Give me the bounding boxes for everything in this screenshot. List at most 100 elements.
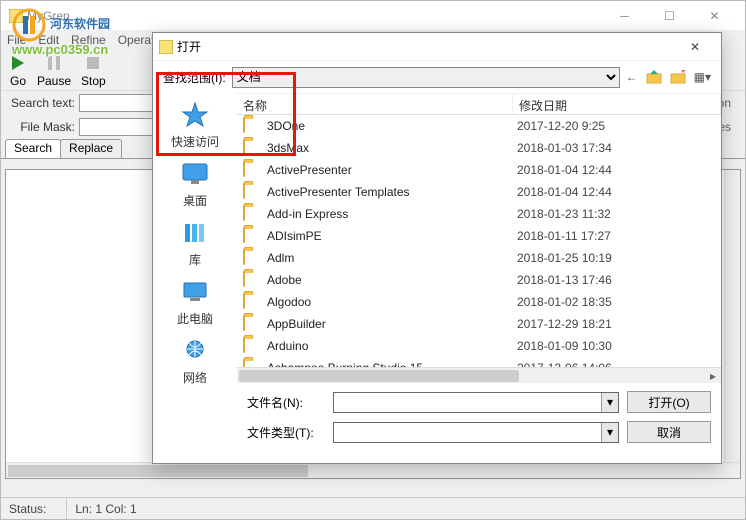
file-date: 2018-01-09 10:30	[517, 339, 612, 353]
scroll-right-icon[interactable]: ▸	[705, 368, 721, 384]
file-name: Add-in Express	[267, 207, 517, 221]
place-libraries[interactable]: 库	[179, 217, 211, 268]
file-name: 3dsMax	[267, 141, 517, 155]
file-row[interactable]: Arduino2018-01-09 10:30	[237, 335, 721, 357]
filetype-combo[interactable]: ▾	[333, 422, 619, 443]
place-quick-access[interactable]: 快速访问	[171, 99, 219, 150]
editor-scroll-h[interactable]	[6, 462, 740, 478]
star-icon	[181, 101, 209, 129]
tab-search[interactable]: Search	[5, 139, 61, 158]
editor-scroll-v[interactable]	[724, 170, 740, 462]
file-row[interactable]: 3dsMax2018-01-03 17:34	[237, 137, 721, 159]
file-date: 2018-01-23 11:32	[517, 207, 611, 221]
places-bar: 快速访问 桌面 库 此电脑 网络	[153, 93, 237, 463]
maximize-button[interactable]: ☐	[647, 2, 692, 30]
file-name: ActivePresenter	[267, 163, 517, 177]
minimize-button[interactable]: ─	[602, 2, 647, 30]
place-label: 网络	[183, 369, 207, 386]
chevron-down-icon[interactable]: ▾	[601, 423, 618, 442]
file-row[interactable]: Algodoo2018-01-02 18:35	[237, 291, 721, 313]
place-label: 快速访问	[171, 133, 219, 150]
editor-scroll-h-thumb[interactable]	[8, 465, 308, 477]
file-date: 2017-12-29 18:21	[517, 317, 612, 331]
nav-back-icon[interactable]: ←	[626, 70, 638, 84]
desktop-icon	[181, 162, 209, 186]
tab-replace[interactable]: Replace	[60, 139, 122, 158]
folder-icon	[243, 316, 261, 332]
network-icon	[181, 339, 209, 363]
place-label: 库	[189, 251, 201, 268]
look-in-label: 查找范围(I):	[163, 69, 226, 86]
statusbar: Status: Ln: 1 Col: 1	[1, 497, 745, 519]
folder-icon	[243, 206, 261, 222]
folder-icon	[243, 338, 261, 354]
folder-icon	[243, 184, 261, 200]
menu-edit[interactable]: Edit	[38, 33, 59, 49]
folder-icon	[243, 118, 261, 134]
look-in-select[interactable]: 文档	[232, 67, 620, 88]
file-row[interactable]: AppBuilder2017-12-29 18:21	[237, 313, 721, 335]
pc-icon	[181, 280, 209, 304]
file-row[interactable]: Adlm2018-01-25 10:19	[237, 247, 721, 269]
place-this-pc[interactable]: 此电脑	[177, 276, 213, 327]
folder-icon	[243, 272, 261, 288]
dialog-icon	[159, 40, 173, 54]
stop-button[interactable]: Stop	[81, 54, 106, 88]
filename-label: 文件名(N):	[247, 394, 325, 411]
folder-icon	[243, 360, 261, 367]
filename-combo[interactable]: ▾	[333, 392, 619, 413]
file-name: ActivePresenter Templates	[267, 185, 517, 199]
folder-icon	[243, 162, 261, 178]
dialog-close-button[interactable]: ✕	[675, 40, 715, 54]
file-list[interactable]: 3DOne2017-12-20 9:253dsMax2018-01-03 17:…	[237, 115, 721, 367]
stop-label: Stop	[81, 74, 106, 88]
folder-icon	[243, 250, 261, 266]
file-row[interactable]: Add-in Express2018-01-23 11:32	[237, 203, 721, 225]
status-label: Status:	[9, 502, 46, 516]
dialog-titlebar: 打开 ✕	[153, 33, 721, 61]
file-date: 2017-12-20 9:25	[517, 119, 605, 133]
folder-icon	[243, 228, 261, 244]
svg-text:*: *	[681, 70, 686, 80]
go-label: Go	[10, 74, 26, 88]
place-network[interactable]: 网络	[179, 335, 211, 386]
col-name[interactable]: 名称	[237, 94, 513, 114]
chevron-down-icon[interactable]: ▾	[601, 393, 618, 412]
file-name: Arduino	[267, 339, 517, 353]
place-desktop[interactable]: 桌面	[179, 158, 211, 209]
pause-label: Pause	[37, 74, 71, 88]
cancel-button[interactable]: 取消	[627, 421, 711, 443]
place-label: 桌面	[183, 192, 207, 209]
scroll-h-thumb[interactable]	[239, 370, 519, 382]
file-name: Adobe	[267, 273, 517, 287]
nav-newfolder-icon[interactable]: *	[670, 70, 686, 84]
col-date[interactable]: 修改日期	[513, 94, 721, 114]
open-button[interactable]: 打开(O)	[627, 391, 711, 413]
file-row[interactable]: ActivePresenter Templates2018-01-04 12:4…	[237, 181, 721, 203]
folder-icon	[243, 294, 261, 310]
file-row[interactable]: Ashampoo Burning Studio 152017-12-06 14:…	[237, 357, 721, 367]
file-list-header[interactable]: 名称 修改日期	[237, 93, 721, 115]
file-date: 2018-01-04 12:44	[517, 185, 612, 199]
libraries-icon	[181, 221, 209, 245]
menu-refine[interactable]: Refine	[71, 33, 106, 49]
file-row[interactable]: ActivePresenter2018-01-04 12:44	[237, 159, 721, 181]
file-list-scroll-h[interactable]: ◂ ▸	[237, 367, 721, 383]
go-button[interactable]: Go	[9, 54, 27, 88]
menu-file[interactable]: File	[7, 33, 26, 49]
main-titlebar: MyGrep ─ ☐ ✕	[1, 1, 745, 31]
folder-icon	[243, 140, 261, 156]
file-date: 2018-01-04 12:44	[517, 163, 612, 177]
file-row[interactable]: 3DOne2017-12-20 9:25	[237, 115, 721, 137]
dialog-title: 打开	[177, 38, 201, 55]
file-row[interactable]: Adobe2018-01-13 17:46	[237, 269, 721, 291]
file-date: 2018-01-25 10:19	[517, 251, 612, 265]
file-date: 2018-01-13 17:46	[517, 273, 612, 287]
nav-viewmenu-icon[interactable]: ▦▾	[694, 70, 711, 84]
nav-up-icon[interactable]	[646, 70, 662, 84]
search-text-label: Search text:	[7, 96, 75, 110]
close-button[interactable]: ✕	[692, 2, 737, 30]
pause-button[interactable]: Pause	[37, 54, 71, 88]
file-row[interactable]: ADIsimPE2018-01-11 17:27	[237, 225, 721, 247]
main-title: MyGrep	[27, 9, 70, 23]
